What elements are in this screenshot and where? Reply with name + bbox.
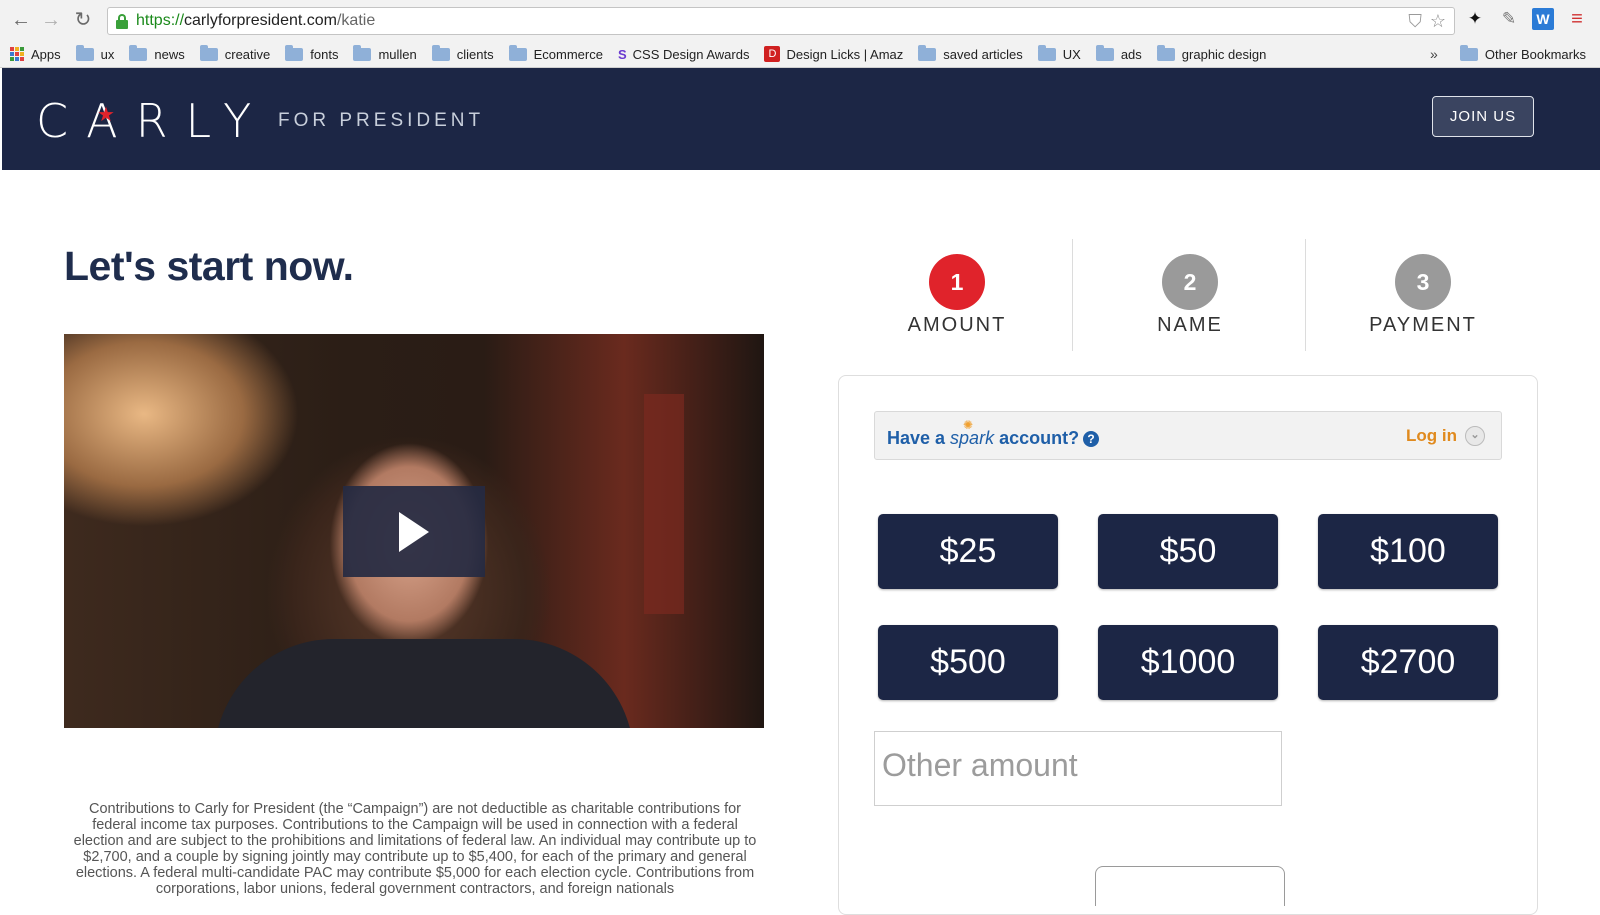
- folder-icon: [431, 44, 450, 61]
- bookmark-folder-saved-articles[interactable]: saved articles: [918, 44, 1023, 62]
- amount-button-1000[interactable]: $1000: [1098, 625, 1278, 700]
- bookmarks-overflow-chevron[interactable]: »: [1430, 41, 1438, 67]
- step-payment: 3 PAYMENT: [1343, 254, 1503, 337]
- bookmarks-bar: Apps ux news creative fonts mullen clien…: [0, 41, 1600, 67]
- bookmark-apps[interactable]: Apps: [10, 47, 61, 62]
- word-extension-icon[interactable]: W: [1532, 8, 1554, 30]
- bookmark-folder-ads[interactable]: ads: [1095, 44, 1142, 62]
- css-design-awards-icon: S: [617, 46, 627, 62]
- bookmark-folder-mullen[interactable]: mullen: [353, 44, 417, 62]
- bookmark-folder-ecommerce[interactable]: Ecommerce: [508, 44, 603, 62]
- site-header: CARLY ★ FOR PRESIDENT JOIN US: [2, 68, 1600, 170]
- logo-star-icon: ★: [97, 104, 115, 126]
- amount-button-500[interactable]: $500: [878, 625, 1058, 700]
- forward-arrow-icon[interactable]: →: [40, 9, 62, 31]
- address-bar[interactable]: https://carlyforpresident.com/katie ⛉ ☆: [107, 7, 1455, 35]
- folder-icon: [129, 44, 148, 61]
- play-button[interactable]: [343, 486, 485, 577]
- menu-hamburger-icon[interactable]: ≡: [1566, 8, 1588, 30]
- bookmark-design-licks[interactable]: D Design Licks | Amaz: [764, 46, 903, 62]
- step-label: AMOUNT: [907, 314, 1007, 336]
- bookmark-star-icon[interactable]: ☆: [1430, 11, 1446, 32]
- spark-brand: ✺ spark: [950, 418, 995, 448]
- step-amount: 1 AMOUNT: [877, 254, 1037, 337]
- step-number-badge: 2: [1162, 254, 1218, 310]
- folder-icon: [918, 44, 937, 61]
- url-text: https://carlyforpresident.com/katie: [136, 12, 376, 29]
- design-licks-icon: D: [764, 46, 781, 62]
- browser-chrome: ← → ↻ https://carlyforpresident.com/kati…: [0, 0, 1600, 68]
- play-icon: [399, 511, 429, 552]
- back-arrow-icon[interactable]: ←: [10, 9, 32, 31]
- page-headline: Let's start now.: [64, 243, 354, 289]
- bookmark-folder-creative[interactable]: creative: [199, 44, 270, 62]
- folder-icon: [1156, 44, 1175, 61]
- step-divider: [1072, 239, 1073, 351]
- step-number-badge: 3: [1395, 254, 1451, 310]
- video-speaker-shoulders: [214, 639, 634, 728]
- step-label: PAYMENT: [1369, 314, 1477, 336]
- chevron-down-icon: ⌄: [1465, 426, 1485, 446]
- folder-icon: [1037, 44, 1056, 61]
- folder-icon: [1095, 44, 1114, 61]
- amount-button-50[interactable]: $50: [1098, 514, 1278, 589]
- bookmark-css-design-awards[interactable]: S CSS Design Awards: [618, 47, 750, 62]
- other-amount-input[interactable]: Other amount: [874, 731, 1282, 806]
- folder-icon: [508, 44, 527, 61]
- step-label: NAME: [1157, 314, 1223, 336]
- site-tagline: FOR PRESIDENT: [278, 110, 485, 131]
- amount-button-2700[interactable]: $2700: [1318, 625, 1498, 700]
- spark-flame-icon: ✺: [963, 418, 974, 432]
- spark-account-bar: Have a ✺ spark account?? Log in ⌄: [874, 411, 1502, 460]
- shield-icon[interactable]: ⛉: [1408, 11, 1422, 32]
- eyedropper-icon[interactable]: ✎: [1498, 8, 1520, 30]
- reload-icon[interactable]: ↻: [72, 9, 94, 31]
- amount-button-100[interactable]: $100: [1318, 514, 1498, 589]
- amount-button-25[interactable]: $25: [878, 514, 1058, 589]
- bookmark-folder-graphic-design[interactable]: graphic design: [1156, 44, 1266, 62]
- step-divider: [1305, 239, 1306, 351]
- bookmark-folder-ux[interactable]: ux: [75, 44, 114, 62]
- folder-icon: [199, 44, 218, 61]
- video-player[interactable]: [64, 334, 764, 728]
- continue-button[interactable]: [1095, 866, 1285, 906]
- bookmark-other-bookmarks[interactable]: Other Bookmarks: [1459, 41, 1586, 67]
- spark-login-link[interactable]: Log in ⌄: [1406, 426, 1485, 446]
- site-logo[interactable]: CARLY: [36, 94, 269, 148]
- video-background-shelf: [644, 394, 684, 614]
- folder-icon: [353, 44, 372, 61]
- folder-icon: [75, 44, 94, 61]
- bookmark-folder-news[interactable]: news: [129, 44, 185, 62]
- join-us-button[interactable]: JOIN US: [1432, 96, 1534, 137]
- contribution-disclaimer: Contributions to Carly for President (th…: [73, 801, 757, 897]
- lock-icon: [116, 14, 128, 29]
- step-number-badge: 1: [929, 254, 985, 310]
- bookmark-folder-fonts[interactable]: fonts: [285, 44, 338, 62]
- spark-account-prompt: Have a ✺ spark account??: [887, 418, 1100, 449]
- apps-grid-icon: [10, 47, 24, 61]
- bookmark-folder-clients[interactable]: clients: [431, 44, 494, 62]
- help-question-icon[interactable]: ?: [1083, 431, 1100, 447]
- bookmark-folder-ux-2[interactable]: UX: [1037, 44, 1081, 62]
- step-name: 2 NAME: [1110, 254, 1270, 337]
- folder-icon: [1459, 44, 1478, 61]
- folder-icon: [285, 44, 304, 61]
- extension-bird-icon[interactable]: ✦: [1464, 8, 1486, 30]
